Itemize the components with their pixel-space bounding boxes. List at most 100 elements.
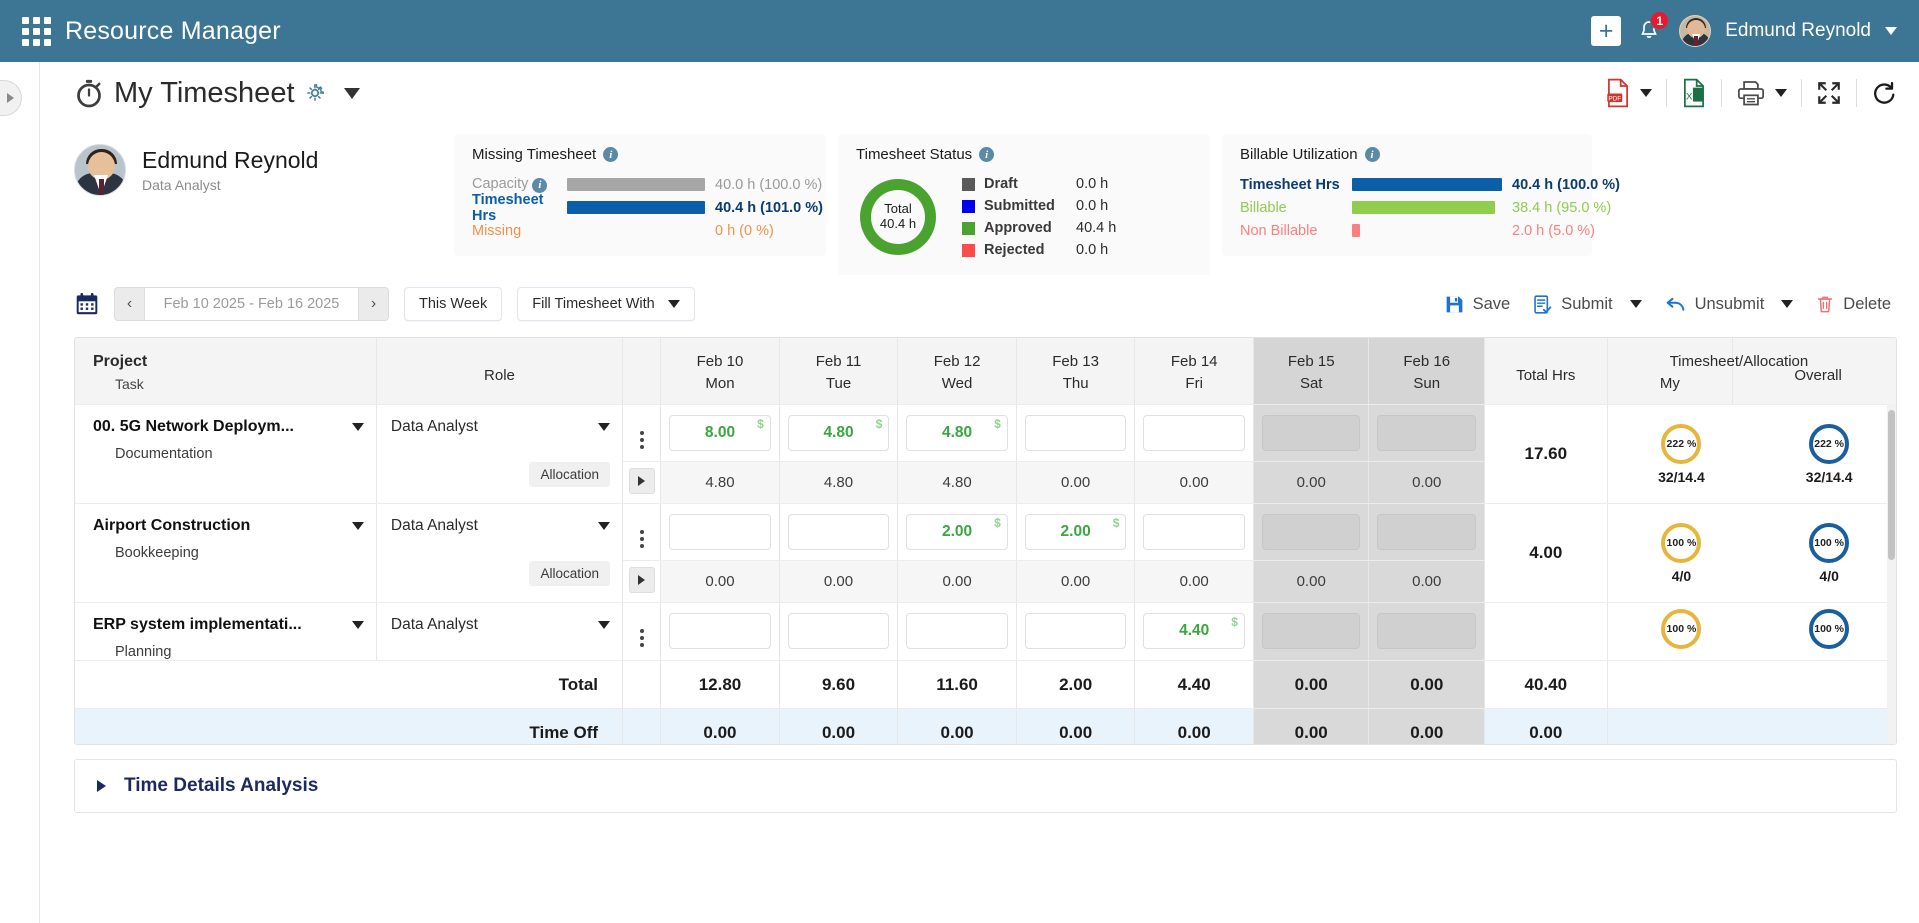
caret-down-icon[interactable] — [351, 423, 364, 431]
notification-bell[interactable]: 1 — [1635, 11, 1670, 47]
hours-input[interactable] — [1024, 613, 1127, 649]
calendar-icon[interactable] — [74, 291, 100, 317]
hours-cell[interactable] — [1253, 404, 1370, 462]
caret-down-icon[interactable] — [598, 522, 611, 530]
hours-cell[interactable] — [660, 503, 780, 561]
billable-rows: Timesheet Hrs 40.4 h (100.0 %) Billable … — [1240, 173, 1620, 242]
caret-down-icon[interactable] — [1640, 89, 1652, 97]
caret-down-icon[interactable] — [598, 423, 611, 431]
this-week-button[interactable]: This Week — [404, 287, 503, 321]
app-launcher-icon[interactable] — [22, 16, 51, 46]
hours-input[interactable] — [787, 514, 890, 550]
info-icon[interactable]: i — [979, 147, 995, 162]
legend-label: Approved — [984, 220, 1052, 236]
caret-down-icon[interactable] — [598, 621, 611, 629]
hours-input[interactable] — [1377, 415, 1476, 451]
hours-input[interactable]: 4.80 $ — [787, 415, 890, 451]
hours-input[interactable] — [1261, 415, 1361, 451]
date-range-display[interactable]: Feb 10 2025 - Feb 16 2025 — [144, 287, 359, 321]
row-menu-button[interactable] — [622, 404, 662, 462]
vertical-scrollbar-thumb[interactable] — [1888, 410, 1895, 560]
previous-week-button[interactable]: ‹ — [114, 287, 144, 321]
hours-input[interactable]: 2.00 $ — [906, 514, 1008, 550]
caret-down-icon[interactable] — [343, 87, 360, 99]
hours-input[interactable] — [1261, 613, 1361, 649]
expand-icon-button[interactable] — [628, 468, 655, 494]
hours-cell[interactable]: 2.00 $ — [897, 503, 1017, 561]
hours-cell[interactable] — [660, 602, 780, 661]
hours-cell[interactable] — [1253, 503, 1370, 561]
col-project[interactable]: Project Task — [75, 338, 377, 405]
hours-cell[interactable] — [779, 602, 899, 661]
hours-input[interactable] — [669, 514, 771, 550]
hours-cell[interactable] — [1368, 404, 1485, 462]
hours-cell[interactable] — [897, 602, 1017, 661]
hours-cell[interactable]: 4.80 $ — [779, 404, 899, 462]
export-excel-button[interactable]: X — [1681, 78, 1707, 108]
time-details-analysis-panel[interactable]: Time Details Analysis — [74, 759, 1897, 813]
row-menu-button[interactable] — [622, 503, 662, 561]
info-icon[interactable]: i — [532, 177, 548, 193]
hours-input[interactable]: 8.00 $ — [669, 415, 771, 451]
day-name: Sat — [1299, 375, 1323, 392]
hours-cell[interactable]: 8.00 $ — [660, 404, 780, 462]
delete-button[interactable]: Delete — [1815, 294, 1891, 315]
plus-icon[interactable]: + — [1591, 16, 1622, 46]
hours-cell[interactable] — [1016, 404, 1136, 462]
chevron-down-icon[interactable] — [1885, 27, 1897, 35]
hours-input[interactable]: 2.00 $ — [1024, 514, 1127, 550]
expand-allocation-button[interactable] — [622, 461, 662, 504]
hours-cell[interactable] — [1253, 602, 1370, 661]
col-project-label: Project — [93, 353, 148, 370]
hours-input[interactable] — [1143, 514, 1245, 550]
caret-down-icon[interactable] — [1781, 300, 1794, 308]
hours-input[interactable] — [1261, 514, 1361, 550]
unsubmit-button[interactable]: Unsubmit — [1664, 294, 1794, 315]
caret-down-icon — [667, 300, 680, 308]
hours-input[interactable] — [1377, 514, 1476, 550]
fill-timesheet-with-dropdown[interactable]: Fill Timesheet With — [517, 287, 695, 321]
export-pdf-button[interactable]: PDF — [1605, 78, 1652, 108]
expand-icon-button[interactable] — [628, 567, 655, 593]
hours-cell[interactable] — [1134, 404, 1254, 462]
hours-input[interactable]: 4.40 $ — [1143, 613, 1245, 649]
expand-allocation-button[interactable] — [622, 560, 662, 603]
hours-input[interactable] — [669, 613, 771, 649]
caret-down-icon[interactable] — [351, 621, 364, 629]
hours-cell[interactable] — [1368, 503, 1485, 561]
hours-cell[interactable] — [1134, 503, 1254, 561]
row-menu-button[interactable] — [622, 602, 662, 661]
hours-input[interactable] — [1143, 415, 1245, 451]
submit-button[interactable]: Submit — [1532, 294, 1642, 315]
hours-cell[interactable] — [1016, 602, 1136, 661]
next-week-button[interactable]: › — [359, 287, 389, 321]
fullscreen-button[interactable] — [1816, 80, 1842, 106]
kebab-menu-icon — [639, 629, 644, 647]
col-day-thu: Feb 13 Thu — [1016, 338, 1136, 405]
hours-cell[interactable] — [1368, 602, 1485, 661]
gear-icon[interactable] — [304, 82, 326, 104]
hours-cell[interactable]: 4.40 $ — [1134, 602, 1254, 661]
hours-cell[interactable]: 4.80 $ — [897, 404, 1017, 462]
user-name[interactable]: Edmund Reynold — [1725, 20, 1871, 42]
user-summary: Edmund Reynold Data Analyst — [74, 134, 454, 196]
col-role[interactable]: Role — [376, 338, 624, 405]
caret-down-icon[interactable] — [351, 522, 364, 530]
info-icon[interactable]: i — [603, 147, 619, 162]
hours-input[interactable] — [1377, 613, 1476, 649]
hours-input[interactable] — [1024, 415, 1127, 451]
save-button[interactable]: Save — [1444, 294, 1510, 315]
print-button[interactable] — [1736, 79, 1787, 107]
caret-down-icon[interactable] — [1629, 300, 1642, 308]
info-icon[interactable]: i — [1364, 147, 1380, 162]
refresh-button[interactable] — [1871, 80, 1897, 106]
hours-input[interactable]: 4.80 $ — [906, 415, 1008, 451]
caret-down-icon[interactable] — [1775, 89, 1787, 97]
hours-cell[interactable] — [779, 503, 899, 561]
hours-cell[interactable]: 2.00 $ — [1016, 503, 1136, 561]
hours-input[interactable] — [906, 613, 1008, 649]
hours-input[interactable] — [787, 613, 890, 649]
time-off-day-value: 0.00 — [1253, 708, 1370, 744]
col-total-hrs[interactable]: Total Hrs — [1484, 338, 1608, 405]
avatar[interactable] — [1679, 15, 1712, 47]
